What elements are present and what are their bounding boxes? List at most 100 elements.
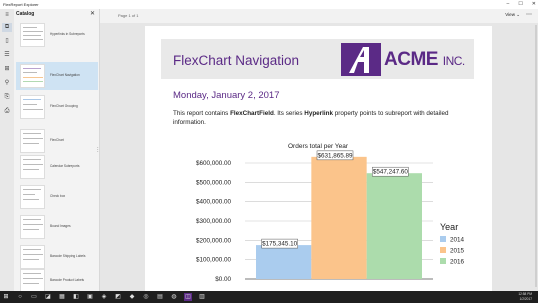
report-date: Monday, January 2, 2017	[173, 90, 280, 101]
report-title: FlexChart Navigation	[173, 53, 300, 68]
catalog-header: Catalog	[16, 11, 35, 17]
data-label: $175,345.10	[262, 241, 298, 248]
legend-swatch	[440, 247, 446, 253]
app-icon[interactable]: ◎	[142, 293, 150, 301]
app-icon[interactable]: ◍	[170, 293, 178, 301]
system-clock[interactable]: 12:58 PM 1/2/2017	[518, 292, 532, 301]
report-page: FlexChart Navigation ACME INC. Monday, J…	[145, 26, 492, 291]
y-tick-label: $200,000.00	[196, 237, 232, 244]
app-icon[interactable]: ◈	[100, 293, 108, 301]
legend-swatch	[440, 258, 446, 264]
catalog-item-label: FlexChart Grouping	[50, 104, 78, 108]
flexreport-app-icon[interactable]: ◫	[184, 293, 192, 301]
logo-wordmark: ACME INC.	[384, 49, 465, 70]
thumbnail-image	[20, 95, 45, 119]
hamburger-icon[interactable]: ≡	[2, 11, 12, 20]
catalog-item[interactable]: FlexChart Grouping	[16, 93, 98, 121]
catalog-item-selected[interactable]: FlexChart Navigation	[16, 62, 98, 90]
print-icon[interactable]: ⎙	[2, 107, 12, 116]
maximize-icon[interactable]: ☐	[518, 0, 522, 9]
catalog-item[interactable]: Calendar Subreports	[16, 153, 98, 181]
clock-time: 12:58 PM	[518, 292, 532, 296]
chevron-down-icon: ⌄	[516, 12, 520, 17]
bar-2016	[366, 173, 422, 279]
close-icon[interactable]: ✕	[532, 0, 536, 9]
app-icon[interactable]: ▣	[86, 293, 94, 301]
data-label: $631,865.89	[317, 152, 353, 159]
title-bar: FlexReport Explorer – ☐ ✕	[0, 0, 538, 9]
app-icon[interactable]: ◆	[128, 293, 136, 301]
viewer-toolbar: Page 1 of 1 View ⌄ ⋯	[100, 9, 538, 23]
app-icon[interactable]: ▥	[198, 293, 206, 301]
task-view-icon[interactable]: ▭	[30, 293, 38, 301]
page-indicator: Page 1 of 1	[118, 13, 139, 18]
y-tick-label: $400,000.00	[196, 199, 232, 206]
chart-title: Orders total per Year	[288, 143, 349, 150]
window-controls: – ☐ ✕	[507, 0, 536, 9]
app-icon[interactable]: ▤	[156, 293, 164, 301]
data-label: $547,247.60	[373, 169, 409, 176]
acme-logo-icon	[341, 43, 381, 76]
report-description: This report contains FlexChartField. Its…	[173, 110, 449, 126]
chart-svg: Orders total per Year $0.00 $100,000.00 $20…	[196, 143, 465, 283]
left-rail: ≡ ⧉ ▯ ☰ ⊞ ⚲ ⎘ ⎙	[0, 9, 14, 291]
bar-2014	[256, 245, 312, 279]
view-menu-button[interactable]: View ⌄	[505, 12, 520, 18]
catalog-pane: Catalog ✕ Hyperlinks in Subreports FlexC…	[14, 9, 100, 293]
pin-icon[interactable]: ⚲	[2, 79, 12, 88]
app-icon[interactable]: ◧	[72, 293, 80, 301]
search-icon[interactable]: ○	[16, 293, 24, 301]
legend-title: Year	[440, 222, 458, 232]
close-pane-icon[interactable]: ✕	[90, 10, 95, 17]
start-icon[interactable]: ⊞	[2, 293, 10, 301]
catalog-item-label: FlexChart Navigation	[50, 73, 80, 77]
y-tick-label: $500,000.00	[196, 179, 232, 186]
legend-entry: 2016	[450, 259, 465, 266]
taskbar: ⊞ ○ ▭ ◪ ▦ ◧ ▣ ◈ ◩ ◆ ◎ ▤ ◍ ◫ ▥ 12:58 PM 1/…	[0, 291, 538, 303]
catalog-item-label: Calendar Subreports	[50, 164, 80, 168]
catalog-icon[interactable]: ⧉	[2, 23, 12, 32]
orders-chart[interactable]: Orders total per Year $0.00 $100,000.00 $20…	[145, 134, 492, 291]
minimize-icon[interactable]: –	[507, 0, 510, 9]
legend-entry: 2014	[450, 237, 465, 244]
legend-swatch	[440, 236, 446, 242]
clock-date: 1/2/2017	[519, 296, 532, 301]
catalog-item-label: Hyperlinks in Subreports	[50, 32, 85, 36]
app-icon[interactable]: ◩	[114, 293, 122, 301]
catalog-item-label: FlexChart	[50, 138, 64, 142]
catalog-item-label: Barcode Product Labels	[50, 278, 85, 282]
catalog-item[interactable]: FlexChart	[16, 127, 98, 155]
vertical-scrollbar[interactable]	[535, 25, 537, 287]
page-icon[interactable]: ▯	[2, 37, 12, 46]
bar-2015	[311, 156, 367, 279]
thumbnail-image	[20, 245, 45, 269]
more-icon[interactable]: ⋯	[526, 11, 532, 18]
app-window: FlexReport Explorer – ☐ ✕ ≡ ⧉ ▯ ☰ ⊞ ⚲ ⎘ …	[0, 0, 538, 303]
report-header-banner: FlexChart Navigation ACME INC.	[161, 39, 474, 79]
thumbnail-image	[20, 185, 45, 209]
outline-icon[interactable]: ☰	[2, 51, 12, 60]
catalog-item[interactable]: Bound Images	[16, 213, 98, 241]
report-viewer[interactable]: FlexChart Navigation ACME INC. Monday, J…	[100, 23, 538, 291]
thumbnail-image	[20, 64, 45, 88]
zoom-icon[interactable]: ⊞	[2, 65, 12, 74]
app-icon[interactable]: ▦	[58, 293, 66, 301]
catalog-item[interactable]: Check box	[16, 183, 98, 211]
app-icon[interactable]: ◪	[44, 293, 52, 301]
thumbnail-image	[20, 215, 45, 239]
y-tick-label: $100,000.00	[196, 257, 232, 264]
catalog-item-label: Bound Images	[50, 224, 71, 228]
thumbnail-image	[20, 23, 45, 47]
catalog-item[interactable]: Hyperlinks in Subreports	[16, 21, 98, 49]
window-title: FlexReport Explorer	[3, 2, 39, 7]
view-label: View	[505, 12, 515, 17]
thumbnail-image	[20, 269, 45, 293]
export-icon[interactable]: ⎘	[2, 93, 12, 102]
y-tick-label: $300,000.00	[196, 218, 232, 225]
pane-splitter[interactable]: · · ·	[97, 146, 99, 155]
catalog-item-label: Check box	[50, 194, 66, 198]
thumbnail-image	[20, 155, 45, 179]
thumbnail-image	[20, 129, 45, 153]
catalog-item-label: Barcode Shipping Labels	[50, 254, 86, 258]
y-tick-label: $600,000.00	[196, 160, 232, 167]
